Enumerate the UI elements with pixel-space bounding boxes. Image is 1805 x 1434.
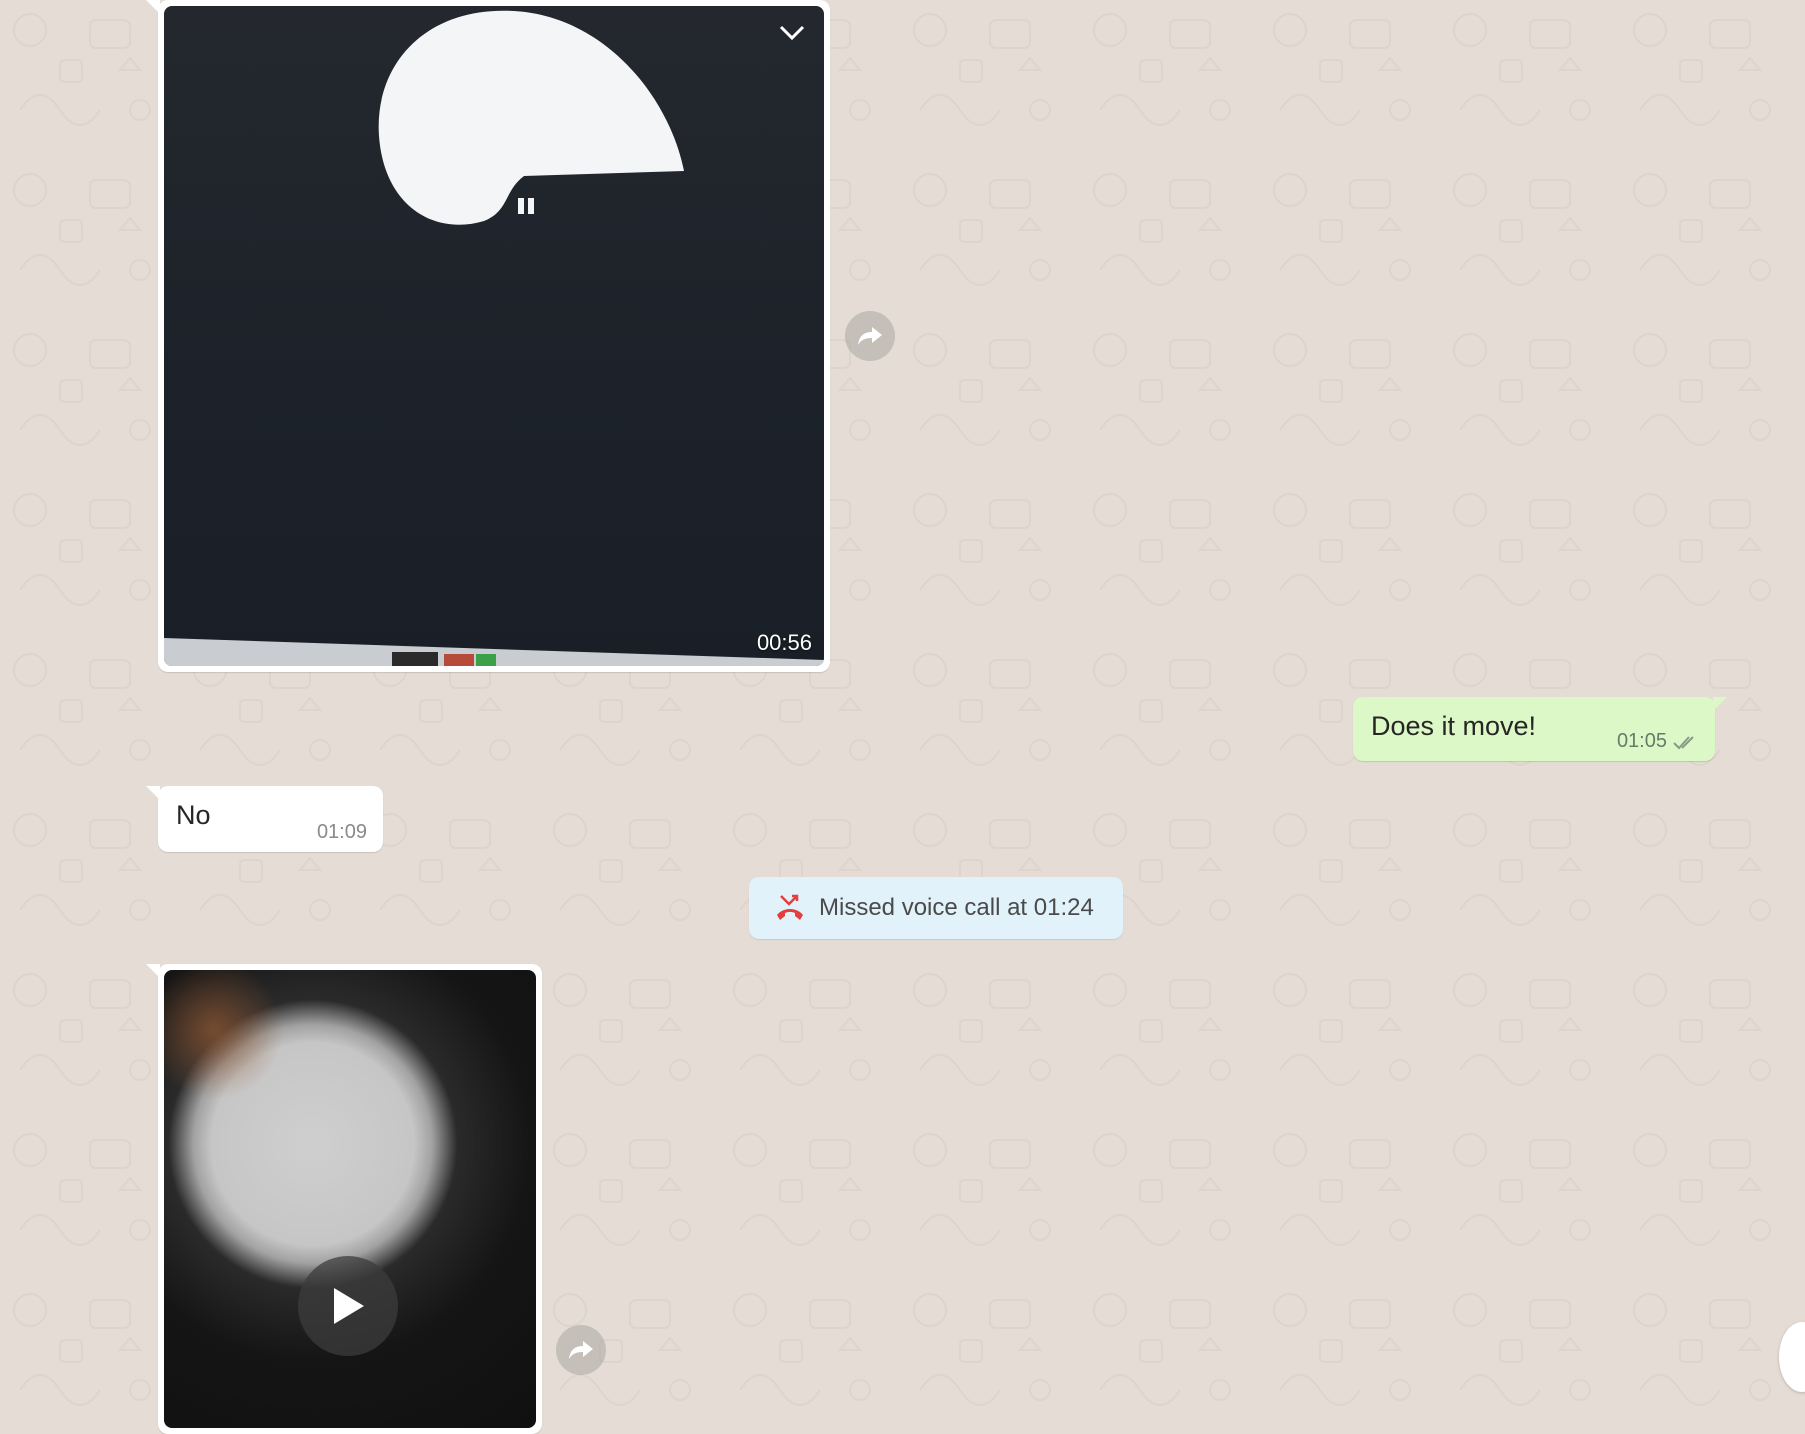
message-time: 01:09 [316, 821, 367, 843]
video-thumbnail[interactable]: 00:56 [164, 6, 824, 666]
double-check-icon [1673, 735, 1694, 749]
outgoing-message[interactable]: Does it move! 01:05 [1353, 697, 1727, 761]
light-glow [164, 970, 284, 1100]
missed-call-text: Missed voice call at 01:24 [819, 894, 1094, 921]
incoming-message[interactable]: No 01:09 [146, 786, 383, 852]
video-thumbnail[interactable] [164, 970, 536, 1428]
forward-button[interactable] [556, 1325, 606, 1375]
video-message-1[interactable]: 00:56 [146, 0, 830, 672]
message-text: Does it move! [1371, 711, 1537, 741]
message-time: 01:05 [1616, 730, 1667, 752]
play-icon [334, 1288, 364, 1324]
video-message-2[interactable] [146, 964, 542, 1434]
video-frame-drawing [378, 10, 684, 225]
play-button[interactable] [298, 1256, 398, 1356]
message-text: No [176, 800, 211, 830]
taskbar-strip [164, 632, 824, 666]
forward-button[interactable] [845, 311, 895, 361]
forward-icon [858, 327, 882, 345]
missed-call-icon [777, 894, 803, 920]
forward-icon [569, 1341, 593, 1359]
video-duration: 00:56 [756, 630, 812, 655]
missed-call-notice: Missed voice call at 01:24 [749, 877, 1123, 939]
chevron-down-icon[interactable] [772, 16, 812, 50]
